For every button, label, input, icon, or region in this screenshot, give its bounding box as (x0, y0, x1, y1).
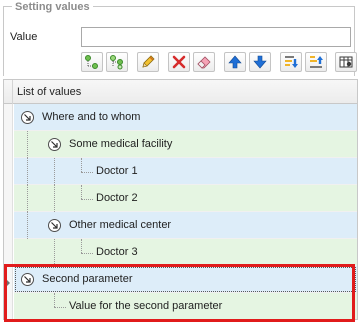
tree-connector-line (81, 199, 93, 200)
move-down-button[interactable] (249, 52, 271, 72)
tree-connector-line (81, 158, 82, 172)
settings-button[interactable] (335, 52, 357, 72)
tree-row-label: Doctor 3 (96, 246, 138, 258)
sort-ascending-button[interactable] (280, 52, 302, 72)
tree-row-label: Some medical facility (69, 138, 173, 150)
tree-row-label: Second parameter (42, 273, 133, 285)
tree-connector-line (81, 172, 93, 173)
expand-toggle-icon[interactable] (21, 111, 34, 124)
value-label: Value (10, 31, 38, 43)
move-up-icon (227, 54, 243, 70)
tree-row-label: Other medical center (69, 219, 172, 231)
expand-toggle-icon[interactable] (48, 138, 61, 151)
expand-toggle-icon[interactable] (48, 219, 61, 232)
tree-connector-line (81, 239, 82, 253)
tree-row-doctor-3[interactable]: Doctor 3 (14, 239, 357, 266)
row-indicator-column (4, 104, 13, 319)
tree-connector-line (27, 158, 28, 185)
eraser-icon (196, 54, 212, 70)
group-title: Setting values (12, 1, 93, 13)
tree-row-doctor-2[interactable]: Doctor 2 (14, 185, 357, 212)
tree-connector-line (54, 239, 55, 266)
tree-row-label: Where and to whom (42, 111, 141, 123)
tree-row-value-for-second-parameter[interactable]: Value for the second parameter (14, 293, 357, 319)
tree-connector-line (81, 185, 82, 199)
tree-connector-line (54, 158, 55, 185)
tree-row-label: Doctor 1 (96, 165, 138, 177)
clear-button[interactable] (193, 52, 215, 72)
add-child-node-button[interactable] (106, 52, 128, 72)
sort-ascending-icon (283, 54, 299, 70)
tree-row-second-parameter[interactable]: Second parameter (14, 266, 357, 293)
tree-connector-line (54, 293, 55, 307)
add-node-button[interactable] (81, 52, 103, 72)
settings-icon (338, 54, 354, 70)
tree-connector-line (27, 212, 28, 239)
value-input[interactable] (81, 27, 351, 47)
sort-descending-icon (308, 54, 324, 70)
grid-header: List of values (4, 80, 357, 104)
values-tree-grid: List of values Where and to whom Some me… (3, 79, 358, 320)
tree-row-where-and-to-whom[interactable]: Where and to whom (14, 104, 357, 131)
tree-connector-line (54, 185, 55, 212)
move-up-button[interactable] (224, 52, 246, 72)
add-node-icon (84, 54, 100, 70)
tree-connector-line (81, 253, 93, 254)
edit-pencil-icon (140, 54, 156, 70)
column-header-list-of-values[interactable]: List of values (17, 86, 81, 98)
expand-toggle-icon[interactable] (21, 273, 34, 286)
tree-connector-line (27, 131, 28, 158)
move-down-icon (252, 54, 268, 70)
add-child-node-icon (109, 54, 125, 70)
tree-row-label: Value for the second parameter (69, 300, 223, 312)
indicator-column-header (4, 80, 13, 104)
tree-row-other-medical-center[interactable]: Other medical center (14, 212, 357, 239)
tree-connector-line (27, 185, 28, 212)
delete-button[interactable] (168, 52, 190, 72)
tree-row-label: Doctor 2 (96, 192, 138, 204)
current-row-arrow-icon (6, 279, 10, 287)
tree-row-some-medical-facility[interactable]: Some medical facility (14, 131, 357, 158)
delete-icon (171, 54, 187, 70)
tree-row-doctor-1[interactable]: Doctor 1 (14, 158, 357, 185)
sort-descending-button[interactable] (305, 52, 327, 72)
edit-button[interactable] (137, 52, 159, 72)
tree-connector-line (54, 307, 66, 308)
